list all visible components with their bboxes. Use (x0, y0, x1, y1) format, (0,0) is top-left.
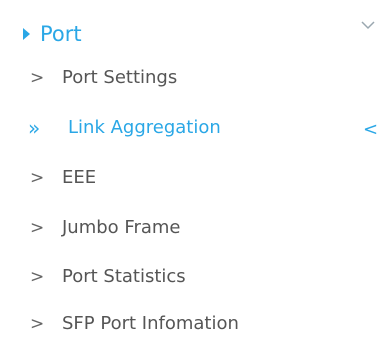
submenu-item-label: EEE (62, 167, 97, 188)
triangle-right-icon (23, 28, 30, 40)
submenu-item-label: Link Aggregation (68, 117, 221, 138)
menu-header-label: Port (40, 22, 82, 46)
chevron-right-icon: > (30, 314, 45, 334)
chevron-right-icon: > (30, 218, 45, 238)
submenu-item-jumbo-frame[interactable]: > Jumbo Frame (0, 208, 380, 248)
submenu-item-port-statistics[interactable]: > Port Statistics (0, 257, 380, 297)
chevron-right-icon: > (30, 68, 45, 88)
submenu-item-eee[interactable]: > EEE (0, 158, 380, 198)
submenu-item-sfp-port-infomation[interactable]: > SFP Port Infomation (0, 304, 380, 344)
chevron-right-icon: > (30, 168, 45, 188)
submenu-item-label: SFP Port Infomation (62, 313, 239, 334)
chevron-down-icon[interactable] (361, 20, 375, 30)
submenu-item-link-aggregation[interactable]: » Link Aggregation < (0, 108, 380, 148)
chevron-left-icon: < (363, 119, 379, 140)
submenu-item-port-settings[interactable]: > Port Settings (0, 58, 380, 98)
submenu-item-label: Port Statistics (62, 266, 186, 287)
submenu-item-label: Port Settings (62, 67, 178, 88)
double-chevron-right-icon: » (28, 116, 41, 140)
submenu-item-label: Jumbo Frame (62, 217, 181, 238)
chevron-right-icon: > (30, 267, 45, 287)
